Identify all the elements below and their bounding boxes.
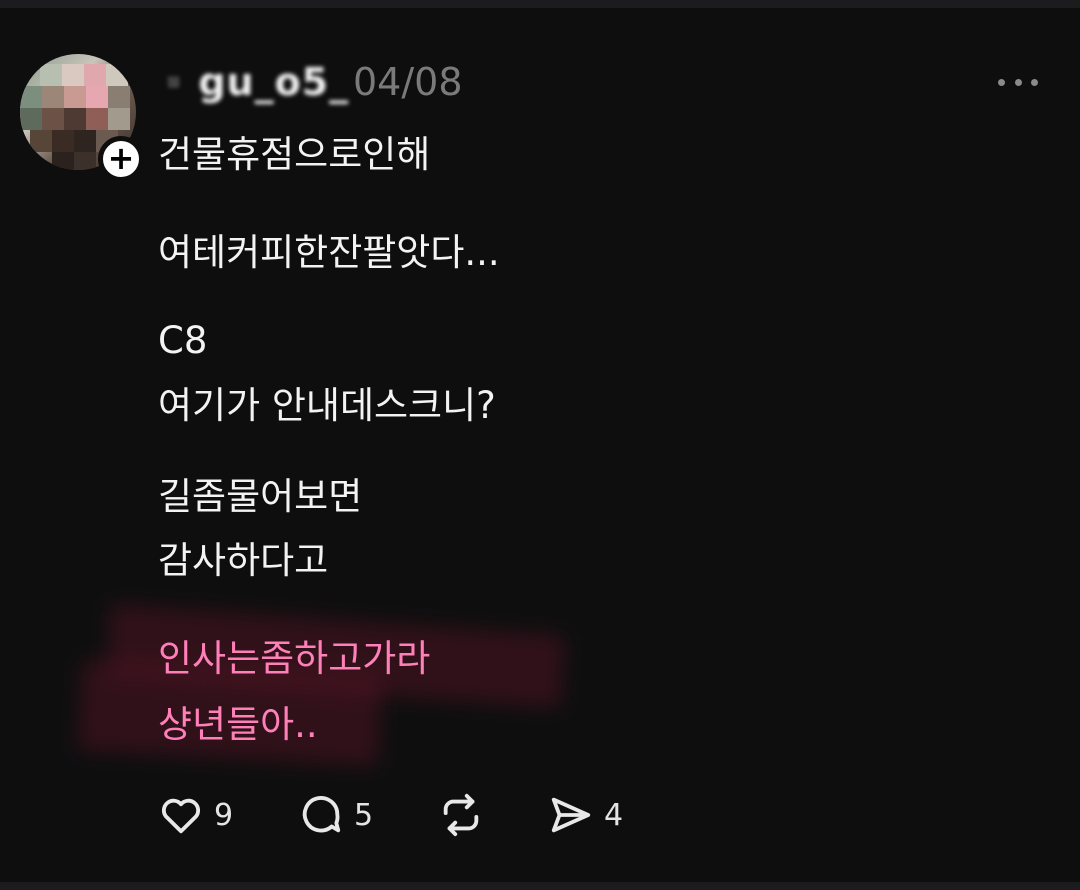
heart-icon <box>161 798 201 834</box>
comment-button[interactable]: 5 <box>298 790 373 840</box>
post-container: + ▪️gu_o5_ 04/08 건물휴점으로인해 여테커피한잔팔앗다... C… <box>0 0 1080 890</box>
like-count: 9 <box>214 797 234 833</box>
post-date: 04/08 <box>353 60 463 104</box>
post-text-line-highlight: 샹년들아.. <box>158 703 318 746</box>
post-text-line: C8 <box>158 319 208 362</box>
post-text-line-highlight: 인사는좀하고가라 <box>158 637 431 680</box>
send-icon <box>551 797 591 833</box>
post-text-line: 여기가 안내데스크니? <box>158 384 496 427</box>
post-text-line: 길좀물어보면 <box>158 475 363 518</box>
repost-icon <box>443 793 479 837</box>
post-text-line: 여테커피한잔팔앗다... <box>158 231 500 274</box>
username[interactable]: ▪️gu_o5_ <box>150 60 349 106</box>
follow-button[interactable]: + <box>98 136 144 182</box>
post-text-line: 감사하다고 <box>158 539 329 582</box>
post-text-line: 건물휴점으로인해 <box>158 133 431 176</box>
comment-icon <box>302 796 341 833</box>
share-button[interactable]: 4 <box>548 790 623 840</box>
more-icon[interactable] <box>998 74 1038 90</box>
comment-count: 5 <box>354 797 374 833</box>
plus-icon: + <box>107 138 135 177</box>
repost-button[interactable] <box>438 790 484 840</box>
like-button[interactable]: 9 <box>158 790 233 840</box>
share-count: 4 <box>604 797 624 833</box>
